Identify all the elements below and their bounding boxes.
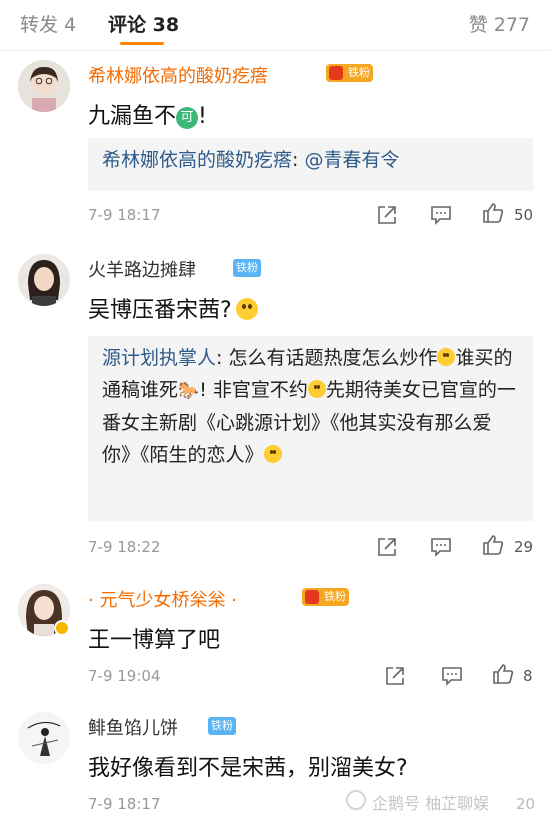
- tab-bar: 转发 4 评论 38 赞 277: [0, 0, 550, 51]
- comment-icon[interactable]: [441, 665, 463, 687]
- fan-badge: 铁粉: [302, 588, 349, 606]
- fan-badge: 铁粉: [233, 259, 261, 277]
- comment-text: 王一博算了吧: [88, 628, 221, 653]
- reply-author[interactable]: 希林娜依高的酸奶疙瘩: [102, 149, 292, 171]
- like-count: 50: [514, 206, 534, 224]
- avatar[interactable]: [18, 60, 70, 112]
- fan-badge: 铁粉: [208, 717, 236, 735]
- repost-icon[interactable]: [376, 536, 398, 558]
- like-count: 20: [516, 795, 536, 813]
- reply-author[interactable]: 源计划执掌人: [102, 347, 216, 369]
- like-count: 8: [523, 667, 533, 685]
- reply-box[interactable]: 希林娜依高的酸奶疙瘩: @青春有令: [88, 138, 533, 191]
- like-icon[interactable]: [482, 534, 504, 556]
- horse-emoji-icon: 🐎: [178, 381, 200, 401]
- avatar[interactable]: [18, 254, 70, 306]
- comment-time: 7-9 18:22: [88, 538, 161, 556]
- avatar[interactable]: [18, 712, 70, 764]
- username[interactable]: 火羊路边摊肆: [88, 256, 196, 282]
- comment-text: 九漏鱼不可!: [88, 104, 207, 129]
- fan-badge: 铁粉: [326, 64, 373, 82]
- kiss-emoji-icon: [263, 445, 282, 463]
- like-count: 29: [514, 538, 534, 556]
- like-icon[interactable]: [492, 663, 514, 685]
- ke-emoji-icon: 可: [176, 107, 199, 129]
- active-tab-indicator: [120, 42, 164, 45]
- repost-icon[interactable]: [384, 665, 406, 687]
- reply-box[interactable]: 源计划执掌人: 怎么有话题热度怎么炒作 谁买的通稿谁死🐎! 非官宣不约 先期待美女已…: [88, 336, 533, 521]
- repost-icon[interactable]: [376, 204, 398, 226]
- username[interactable]: 鲱鱼馅儿饼: [88, 714, 178, 740]
- tab-likes[interactable]: 赞 277: [469, 10, 530, 37]
- comment-text: 我好像看到不是宋茜，别溜美女?: [88, 756, 408, 781]
- comment-text: 吴博压番宋茜?: [88, 292, 258, 324]
- username[interactable]: 希林娜依高的酸奶疙瘩: [88, 62, 268, 88]
- watermark: 企鹅号 柚芷聊娱: [372, 794, 490, 813]
- username[interactable]: · 元气少女桥枀枀 ·: [88, 586, 237, 612]
- hush-emoji-icon: [437, 348, 456, 366]
- watermark-logo-icon: [346, 790, 366, 810]
- comment-time: 7-9 18:17: [88, 206, 161, 224]
- reply-mention[interactable]: @青春有令: [304, 149, 399, 171]
- tab-repost[interactable]: 转发 4: [20, 10, 76, 37]
- comment-icon[interactable]: [430, 536, 452, 558]
- shocked-emoji-icon: [235, 298, 258, 320]
- verified-badge-icon: [54, 620, 70, 636]
- like-icon[interactable]: [482, 202, 504, 224]
- comment-time: 7-9 18:17: [88, 795, 161, 813]
- hush-emoji-icon: [307, 380, 326, 398]
- tab-comments[interactable]: 评论 38: [108, 10, 179, 37]
- comment-time: 7-9 19:04: [88, 667, 161, 685]
- comment-icon[interactable]: [430, 204, 452, 226]
